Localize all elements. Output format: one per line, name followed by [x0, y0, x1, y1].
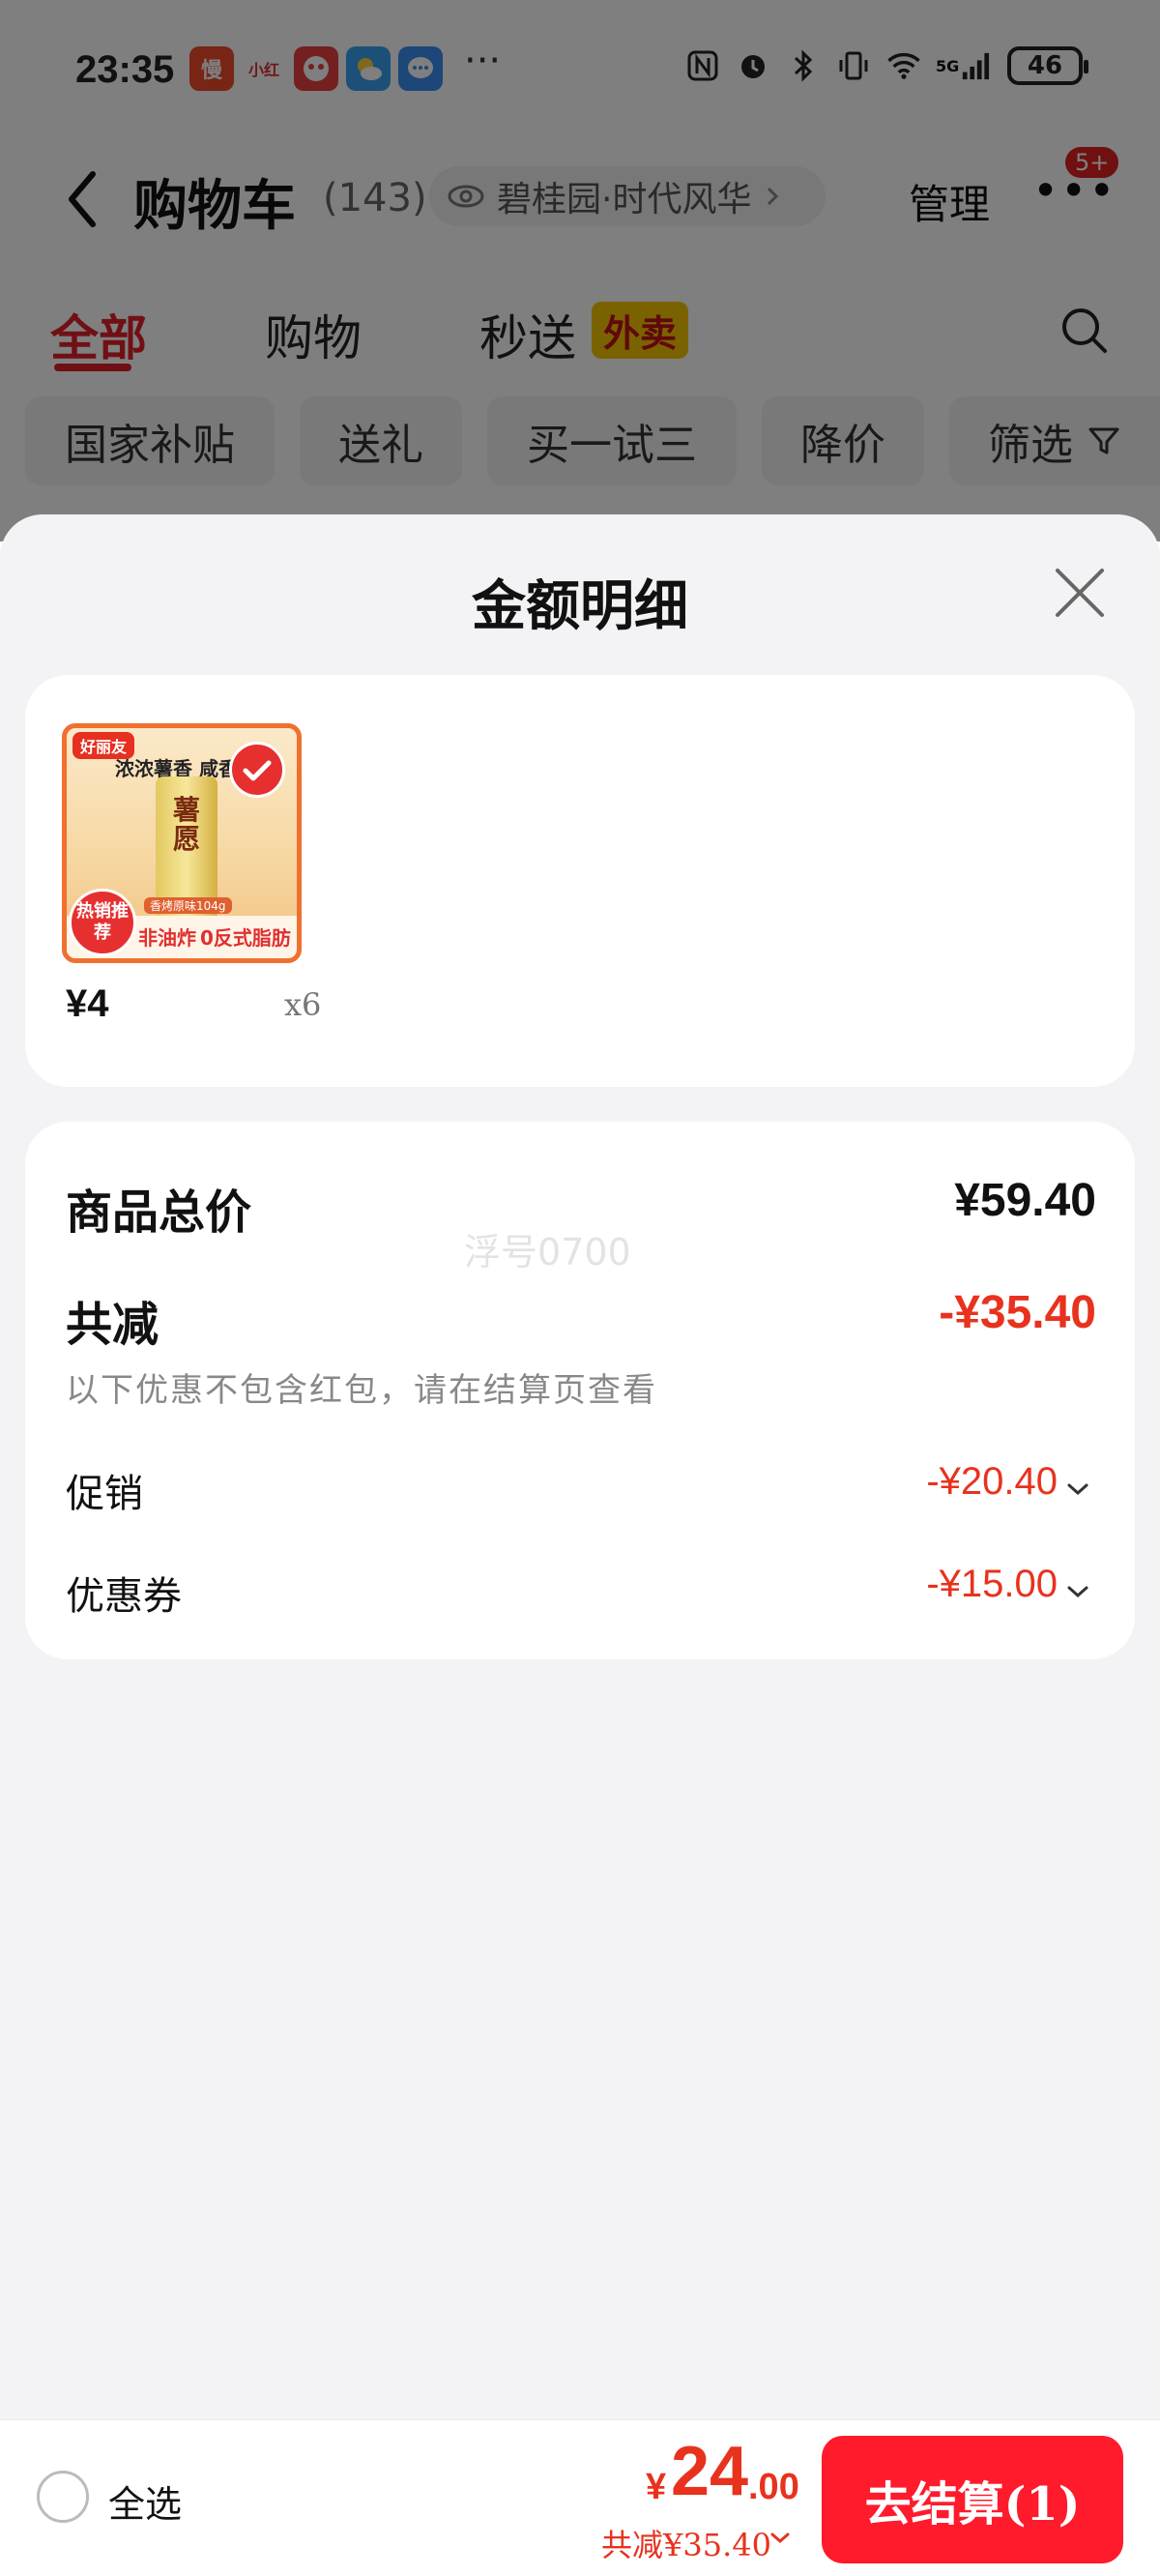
select-all-label[interactable]: 全选 [108, 2474, 182, 2528]
select-all-radio[interactable] [37, 2471, 89, 2523]
can-label: 薯愿 [172, 794, 200, 855]
discount-summary-toggle[interactable]: 共减¥35.40 [601, 2521, 771, 2565]
total-discount-label: 共减 [66, 1298, 160, 1352]
feature-non-fried: 非油炸 [138, 926, 196, 950]
selected-check-icon [229, 742, 285, 798]
coupon-chevron-down-icon[interactable] [1065, 1582, 1090, 1601]
watermark: 浮号0700 [464, 1231, 631, 1273]
discount-note: 以下优惠不包含红包，请在结算页查看 [66, 1371, 657, 1410]
coupon-label: 优惠券 [66, 1574, 182, 1619]
total-price-decimal: .00 [748, 2467, 799, 2507]
promotion-value[interactable]: -¥20.40 [926, 1460, 1058, 1504]
promotion-label: 促销 [66, 1472, 143, 1516]
price-summary-card: 浮号0700 商品总价 ¥59.40 共减 -¥35.40 以下优惠不包含红包，… [25, 1122, 1135, 1659]
hot-sale-badge: 热销推荐 [69, 889, 136, 956]
modal-dim-overlay[interactable] [0, 0, 1160, 542]
total-price-value: ¥59.40 [954, 1175, 1096, 1226]
total-currency: ¥ [646, 2467, 667, 2507]
checkout-bar: 全选 ¥ 24 .00 共减¥35.40 去结算(1) [0, 2419, 1160, 2576]
promotion-chevron-down-icon[interactable] [1065, 1479, 1090, 1499]
flavor-label: 香烤原味104g [144, 897, 232, 914]
coupon-value[interactable]: -¥15.00 [926, 1563, 1058, 1606]
product-list-card: 好丽友 浓浓薯香 咸香滋 薯愿 香烤原味104g 非油炸 0反式脂肪 热销推荐 … [25, 675, 1135, 1087]
amount-detail-sheet: 金额明细 好丽友 浓浓薯香 咸香滋 薯愿 香烤原味104g 非油炸 0反式脂肪 … [0, 514, 1160, 2419]
product-quantity: x6 [284, 986, 322, 1023]
chevron-down-icon[interactable] [769, 2531, 791, 2546]
total-price-label: 商品总价 [66, 1186, 252, 1240]
feature-zero-trans-fat: 0反式脂肪 [200, 926, 291, 950]
sheet-title: 金额明细 [472, 574, 688, 638]
total-price-integer: 24 [671, 2433, 749, 2510]
product-price: ¥4 [66, 982, 109, 1025]
product-thumbnail[interactable]: 好丽友 浓浓薯香 咸香滋 薯愿 香烤原味104g 非油炸 0反式脂肪 热销推荐 [62, 723, 302, 963]
checkout-button[interactable]: 去结算(1) [822, 2436, 1123, 2563]
total-discount-value: -¥35.40 [939, 1287, 1096, 1338]
close-icon[interactable] [1052, 565, 1108, 621]
